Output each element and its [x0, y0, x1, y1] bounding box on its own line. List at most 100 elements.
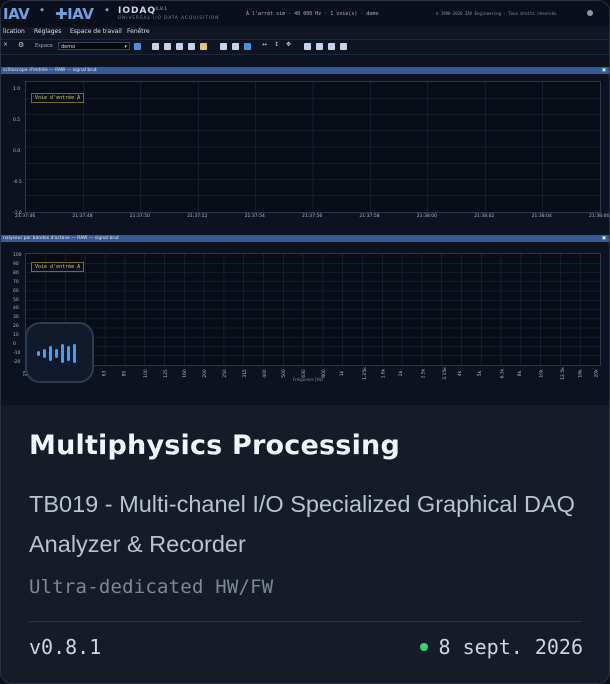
octave-x-tick: 315	[242, 369, 248, 378]
menu-application[interactable]: lication	[3, 28, 25, 35]
copyright-text: © 1998–2026 IAV Engineering · Tous droit…	[436, 11, 557, 16]
close-icon[interactable]: ×	[3, 41, 10, 48]
card-tagline: Ultra-dedicated HW/FW	[29, 576, 274, 598]
card-divider	[29, 621, 582, 622]
oscilloscope-x-tick: 21:38:00	[416, 214, 438, 219]
oscilloscope-x-tick: 21:37:58	[359, 214, 380, 219]
reset-icon[interactable]	[244, 43, 251, 50]
project-card[interactable]: IAV ◆ ✚IAV ◆ IODAQ v0.8.1 UNIVERSAL I/O …	[0, 0, 610, 684]
octave-y-tick: 30	[13, 315, 19, 321]
release-date-text: 8 sept. 2026	[438, 635, 584, 659]
menu-bar: lication Réglages Espace de travail Fenê…	[1, 27, 609, 39]
octave-x-tick: 3.15k	[442, 367, 448, 380]
zoom-icon[interactable]	[232, 43, 239, 50]
oscilloscope-panel-title: scilloscope d'entrée — RAW — signal brut	[3, 68, 97, 73]
octave-y-tick: 50	[13, 297, 19, 303]
octave-y-tick: -10	[13, 350, 21, 356]
octave-x-tick: 200	[202, 369, 208, 378]
product-name: IODAQ	[118, 6, 157, 16]
move-icon[interactable]: ✥	[286, 41, 293, 48]
oscilloscope-y-tick: 0.0	[13, 149, 21, 154]
oscilloscope-panel-header[interactable]: scilloscope d'entrée — RAW — signal brut…	[1, 67, 609, 74]
waveform-icon	[37, 344, 76, 363]
space-label: Espace	[35, 43, 53, 49]
oscilloscope-grid	[26, 82, 600, 212]
menu-workspace[interactable]: Espace de travail	[70, 28, 122, 35]
release-date: 8 sept. 2026	[419, 635, 584, 659]
product-version: v0.8.1	[153, 7, 168, 12]
octave-y-tick: 20	[13, 324, 19, 330]
octave-x-tick: 80	[122, 370, 128, 377]
octave-x-tick: 4k	[458, 370, 464, 377]
octave-y-tick: 60	[13, 288, 19, 294]
chevron-down-icon: ▾	[124, 44, 127, 50]
app-icon	[25, 322, 94, 383]
oscilloscope-x-tick: 21:37:52	[187, 214, 208, 219]
card-title: Multiphysics Processing	[29, 430, 400, 461]
octave-y-tick: 90	[13, 261, 19, 267]
octave-y-tick: 10	[13, 333, 19, 339]
octave-x-tick: 10k	[539, 369, 545, 378]
iav-logo-mark-2: ◆	[104, 7, 110, 13]
status-dot-icon	[419, 643, 428, 651]
octave-x-tick: 100	[143, 369, 149, 378]
octave-panel-header[interactable]: nalyseur par bandes d'octave — RAW — sig…	[1, 235, 609, 242]
octave-x-tick: 400	[262, 369, 268, 378]
app-screenshot: IAV ◆ ✚IAV ◆ IODAQ v0.8.1 UNIVERSAL I/O …	[1, 1, 609, 405]
octave-x-tick: 250	[222, 369, 228, 378]
layout-icon[interactable]	[164, 43, 171, 50]
iav-logo-mark: ◆	[39, 7, 45, 13]
oscilloscope-y-tick: 0.5	[13, 118, 21, 123]
brush-icon[interactable]	[200, 43, 207, 50]
octave-x-tick: 1.6k	[381, 368, 387, 379]
product-subtitle: UNIVERSAL I/O DATA ACQUISITION	[118, 16, 220, 21]
octave-x-tick: 500	[282, 369, 288, 378]
pan-horizontal-icon[interactable]: ↔	[262, 41, 269, 48]
oscilloscope-x-tick: 21:37:54	[244, 214, 265, 219]
octave-x-tick: 2k	[399, 370, 405, 377]
panel-menu-icon[interactable]: ▣	[602, 67, 606, 74]
app-title-bar: IAV ◆ ✚IAV ◆ IODAQ v0.8.1 UNIVERSAL I/O …	[1, 1, 609, 28]
window-control-icon[interactable]	[587, 10, 593, 16]
version-label: v0.8.1	[29, 635, 102, 659]
add-icon[interactable]	[134, 43, 141, 50]
card-subtitle: TB019 - Multi-chanel I/O Specialized Gra…	[29, 491, 575, 557]
oscilloscope-y-tick: 1.0	[13, 87, 21, 92]
octave-x-tick: 63	[102, 370, 108, 377]
octave-x-tick: 5k	[478, 370, 484, 377]
acquisition-status: À l'arrêt sim · 48 000 Hz · 1 voie(s) · …	[246, 11, 379, 17]
octave-x-tick: 1.25k	[363, 367, 369, 380]
octave-plot[interactable]: Voie d'entrée A	[25, 253, 601, 366]
octave-legend: Voie d'entrée A	[31, 262, 85, 272]
octave-y-tick: 80	[13, 270, 19, 276]
grid-icon[interactable]	[328, 43, 335, 50]
oscilloscope-legend: Voie d'entrée A	[31, 93, 85, 103]
octave-x-tick: 8k	[518, 370, 524, 377]
octave-y-tick: 100	[13, 253, 22, 258]
fit-icon[interactable]	[220, 43, 227, 50]
octave-x-tick: 12.5k	[561, 367, 567, 380]
oscilloscope-plot[interactable]: Voie d'entrée A	[25, 81, 601, 213]
octave-x-tick: 1k	[339, 370, 345, 377]
menu-settings[interactable]: Réglages	[34, 28, 61, 35]
octave-panel-title: nalyseur par bandes d'octave — RAW — sig…	[3, 236, 119, 241]
layout-icon[interactable]	[176, 43, 183, 50]
gear-icon[interactable]: ⚙	[18, 41, 25, 49]
space-select[interactable]: demo ▾	[58, 42, 130, 50]
octave-x-axis-title: Fréquence [Hz]	[293, 377, 324, 382]
octave-x-tick: 2.5k	[421, 368, 427, 379]
octave-x-tick: 160	[183, 369, 189, 378]
oscilloscope-x-tick: 21:38:04	[531, 214, 552, 219]
layout-icon[interactable]	[188, 43, 195, 50]
oscilloscope-x-tick: 21:37:46	[15, 214, 36, 219]
grid-icon[interactable]	[340, 43, 347, 50]
layout-icon[interactable]	[152, 43, 159, 50]
bars-icon[interactable]	[316, 43, 323, 50]
octave-grid	[26, 254, 600, 365]
oscilloscope-x-tick: 21:38:02	[474, 214, 495, 219]
bars-icon[interactable]	[304, 43, 311, 50]
octave-y-tick: 70	[13, 279, 19, 285]
pan-vertical-icon[interactable]: ↕	[274, 41, 281, 48]
menu-window[interactable]: Fenêtre	[127, 28, 150, 35]
panel-menu-icon[interactable]: ▣	[602, 235, 606, 242]
